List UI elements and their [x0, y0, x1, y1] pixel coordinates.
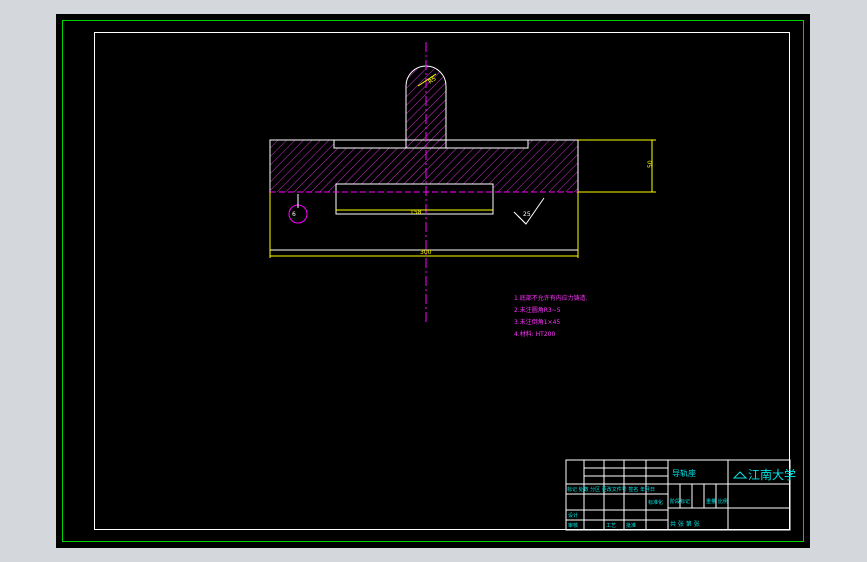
sheet-label: 共 张 第 张: [670, 520, 700, 528]
note-4: 4.材料: HT200: [514, 330, 555, 338]
stage-label: 阶段标记: [670, 498, 690, 505]
school-logo-icon: [732, 471, 748, 479]
technical-notes: 1.底部不允许有内应力铸造. 2.未注圆角R3~5 3.未注倒角1×45 4.材…: [514, 294, 588, 338]
change-header: 标记 处数 分区 更改文件号 签名 年月日: [567, 486, 655, 493]
note-2: 2.未注圆角R3~5: [514, 306, 561, 314]
note-1: 1.底部不允许有内应力铸造.: [514, 294, 588, 302]
process-label: 工艺: [606, 523, 616, 529]
designer-label: 设计: [568, 512, 578, 519]
school-logo-group: 江南大学: [732, 467, 796, 482]
cad-viewport[interactable]: R5 50 158 300 25 6 1.底部不允许有内应力铸造. 2.未注圆角…: [56, 14, 810, 548]
drawing-name: 导轨座: [672, 468, 696, 478]
hole-text: 6: [292, 211, 296, 218]
approve-label: 批准: [626, 522, 636, 529]
part-drawing: R5 50 158 300 25 6 1.底部不允许有内应力铸造. 2.未注圆角…: [269, 42, 796, 531]
scale-label: 比例: [718, 498, 728, 505]
school-name: 江南大学: [748, 467, 796, 482]
weight-label: 重量: [706, 498, 716, 505]
note-3: 3.未注倒角1×45: [514, 318, 560, 326]
height-text: 50: [647, 160, 654, 168]
section-hatch: [270, 66, 578, 192]
audit-label: 审核: [568, 522, 578, 529]
standard-label: 标准化: [648, 499, 663, 506]
inner-width-text: 158: [410, 209, 422, 216]
overall-width-text: 300: [420, 249, 432, 256]
roughness-text: 25: [523, 211, 531, 218]
